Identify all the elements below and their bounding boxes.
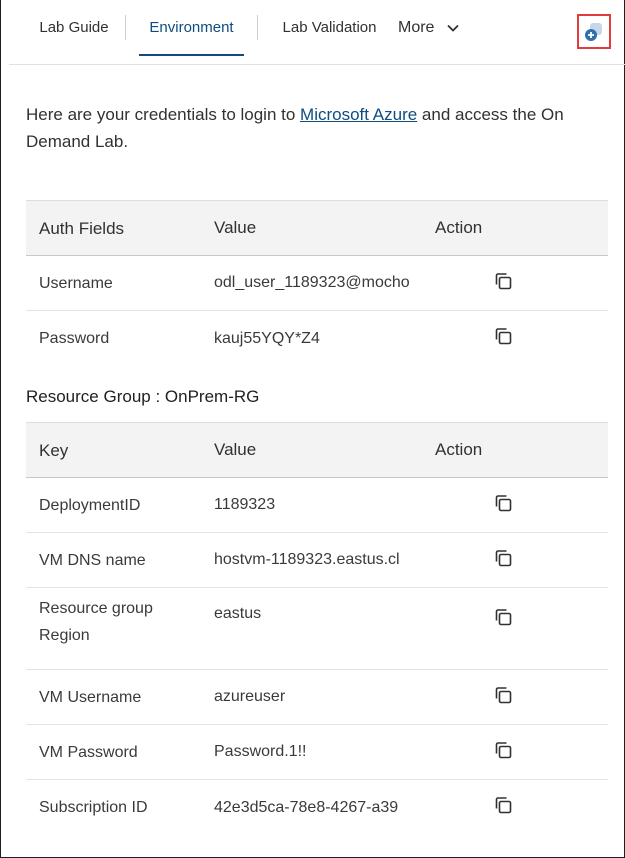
auth-field-value: kauj55YQY*Z4	[214, 329, 320, 347]
table-header: Key Value Action	[26, 422, 608, 478]
resource-value: azureuser	[214, 688, 286, 705]
copy-icon[interactable]	[493, 548, 513, 568]
tab-lab-validation[interactable]: Lab Validation	[272, 0, 387, 55]
intro-prefix: Here are your credentials to login to	[26, 105, 301, 124]
action-cell	[422, 548, 608, 573]
resource-group-title: Resource Group : OnPrem-RG	[26, 387, 260, 406]
more-label: More	[398, 18, 435, 36]
tab-bar: Lab Guide Environment Lab Validation Mor…	[9, 0, 625, 65]
auth-field-label: Username	[39, 274, 113, 292]
tab-lab-guide[interactable]: Lab Guide	[29, 0, 119, 55]
table-row: DeploymentID 1189323	[26, 478, 608, 533]
more-menu-button[interactable]: More	[398, 0, 460, 55]
tab-divider	[257, 15, 258, 40]
column-header: Action	[435, 218, 483, 237]
action-cell	[422, 605, 608, 632]
microsoft-azure-link[interactable]: Microsoft Azure	[300, 105, 417, 124]
tab-environment[interactable]: Environment	[139, 0, 244, 56]
intro-text: Here are your credentials to login to Mi…	[26, 101, 606, 155]
table-header: Auth Fields Value Action	[26, 200, 608, 256]
auth-table: Auth Fields Value Action Username odl_us…	[26, 200, 608, 366]
table-row: Password kauj55YQY*Z4	[26, 311, 608, 366]
tab-divider	[125, 15, 126, 40]
lab-panel: Lab Guide Environment Lab Validation Mor…	[0, 0, 625, 858]
auth-field-value: odl_user_1189323@mocho	[214, 274, 410, 291]
resource-key: VM Username	[39, 688, 142, 706]
column-header: Action	[435, 440, 483, 459]
copy-icon[interactable]	[493, 685, 513, 705]
table-row: VM DNS name hostvm-1189323.eastus.cl	[26, 533, 608, 588]
table-row: Subscription ID 42e3d5ca-78e8-4267-a39	[26, 780, 608, 835]
resource-group-table: Key Value Action DeploymentID 1189323 VM…	[26, 422, 608, 835]
table-row: Username odl_user_1189323@mocho	[26, 256, 608, 311]
resource-value: 42e3d5ca-78e8-4267-a39	[214, 798, 399, 816]
column-header: Auth Fields	[39, 218, 125, 238]
chevron-down-icon	[447, 24, 460, 32]
column-header: Value	[214, 218, 257, 237]
table-row: VM Password Password.1!!	[26, 725, 608, 780]
add-window-icon	[585, 22, 602, 41]
action-cell	[422, 740, 608, 765]
add-window-button[interactable]	[577, 14, 611, 49]
column-header: Key	[39, 440, 69, 460]
resource-key: Subscription ID	[39, 799, 148, 816]
table-row: VM Username azureuser	[26, 670, 608, 725]
resource-value: eastus	[214, 605, 262, 622]
copy-icon[interactable]	[493, 740, 513, 760]
action-cell	[422, 326, 608, 351]
resource-value: Password.1!!	[214, 743, 307, 760]
action-cell	[422, 271, 608, 296]
copy-icon[interactable]	[493, 326, 513, 346]
table-row: Resource group Region eastus	[26, 588, 608, 670]
resource-value: hostvm-1189323.eastus.cl	[214, 551, 400, 568]
action-cell	[422, 493, 608, 518]
copy-icon[interactable]	[493, 271, 513, 291]
action-cell	[422, 685, 608, 710]
auth-field-label: Password	[39, 330, 110, 347]
copy-icon[interactable]	[493, 493, 513, 513]
resource-key: VM DNS name	[39, 551, 146, 569]
copy-icon[interactable]	[493, 795, 513, 815]
resource-key: VM Password	[39, 743, 138, 761]
column-header: Value	[214, 440, 257, 459]
action-cell	[422, 795, 608, 820]
copy-icon[interactable]	[493, 607, 513, 627]
resource-key: Resource group Region	[39, 600, 153, 644]
resource-value: 1189323	[214, 496, 276, 513]
resource-key: DeploymentID	[39, 496, 141, 514]
